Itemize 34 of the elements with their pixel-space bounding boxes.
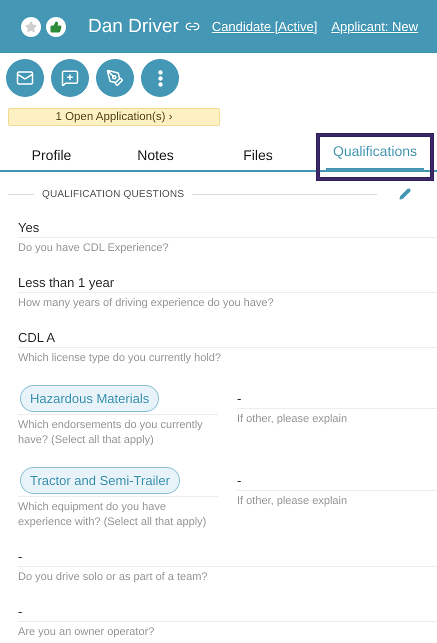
- question-label: Are you an owner operator?: [18, 625, 156, 640]
- question-label: Do you drive solo or as part of a team?: [18, 570, 209, 585]
- candidate-name: Dan Driver: [88, 16, 179, 38]
- answer-value: CDL A: [18, 330, 437, 348]
- tab[interactable]: Notes: [103, 135, 208, 170]
- more-button[interactable]: [141, 59, 179, 97]
- envelope-icon: [16, 69, 34, 87]
- question-label: Which equipment do you have experience with? (Select all that apply): [18, 500, 208, 530]
- answer-value: -: [18, 604, 437, 622]
- question-label: Which endorsements do you currently have? (Select all that apply): [18, 418, 204, 448]
- question-label: If other, please explain: [237, 494, 348, 509]
- answer-tag: Hazardous Materials: [20, 385, 160, 412]
- question-label: Do you have CDL Experience?: [18, 241, 170, 256]
- sign-button[interactable]: [96, 59, 134, 97]
- edit-icon[interactable]: [399, 188, 411, 200]
- answer-value: -: [237, 473, 437, 491]
- question-label: How many years of driving experience do you have?: [18, 296, 275, 311]
- answer-value: Yes: [18, 220, 437, 238]
- question-label: If other, please explain: [237, 412, 348, 427]
- email-button[interactable]: [6, 59, 44, 97]
- question-label: Which license type do you currently hold?: [18, 351, 222, 366]
- thumbs-up-icon[interactable]: [46, 16, 66, 36]
- speech-bubble-plus-icon: [61, 69, 79, 87]
- tab[interactable]: Files: [208, 135, 308, 170]
- answer-value: -: [237, 391, 437, 409]
- answer-value: Less than 1 year: [18, 275, 437, 293]
- section-title: QUALIFICATION QUESTIONS: [42, 188, 184, 200]
- answer-value: -: [18, 549, 437, 567]
- answer-tag: Tractor and Semi-Trailer: [20, 467, 180, 494]
- add-note-button[interactable]: [51, 59, 89, 97]
- open-applications-banner[interactable]: 1 Open Application(s) ›: [8, 108, 220, 126]
- vertical-dots-icon: [158, 70, 162, 86]
- tab[interactable]: Profile: [0, 135, 103, 170]
- pen-nib-icon: [106, 69, 124, 87]
